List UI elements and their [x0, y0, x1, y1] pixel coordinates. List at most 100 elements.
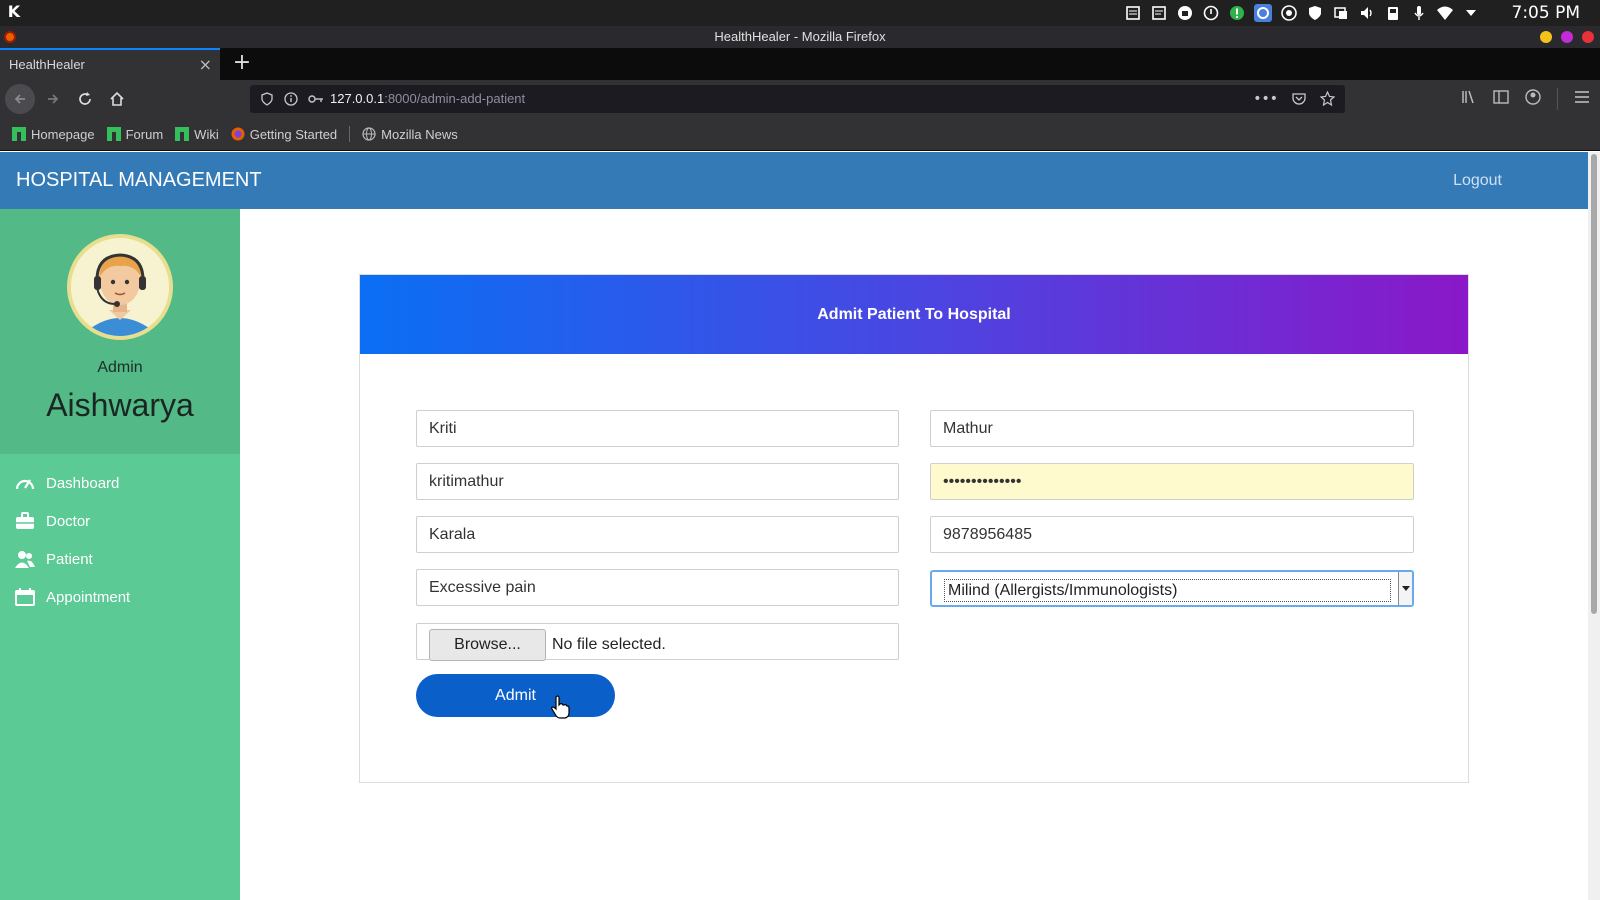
username-input[interactable]	[416, 463, 899, 500]
account-icon[interactable]	[1525, 89, 1541, 109]
maximize-icon[interactable]	[1561, 31, 1573, 43]
wifi-icon[interactable]	[1436, 4, 1454, 22]
url-bar[interactable]: 127.0.0.1:8000/admin-add-patient •••	[250, 85, 1345, 113]
kde-launcher-icon[interactable]: K	[5, 3, 23, 21]
profile-name: Aishwarya	[46, 387, 194, 423]
back-button[interactable]	[5, 84, 35, 114]
tab-title: HealthHealer	[9, 57, 85, 72]
bookmark-label: Mozilla News	[381, 126, 458, 142]
admit-patient-card: Admit Patient To Hospital Milind (Allerg…	[359, 274, 1469, 783]
forward-button[interactable]	[38, 84, 68, 114]
tab-strip: HealthHealer × +	[0, 48, 1600, 80]
bookmark-label: Wiki	[194, 126, 219, 142]
tab-close-icon[interactable]: ×	[199, 50, 212, 80]
profile-pic-file-input: Browse... No file selected.	[416, 623, 899, 661]
bookmark-wiki[interactable]: Wiki	[175, 127, 219, 142]
bookmark-getting-started[interactable]: Getting Started	[231, 127, 337, 142]
shield-tray-icon[interactable]	[1306, 4, 1324, 22]
bookmark-separator	[349, 126, 351, 142]
display-icon[interactable]	[1332, 4, 1350, 22]
url-security-icons	[260, 85, 324, 117]
new-tab-button[interactable]: +	[232, 50, 252, 76]
sidebar-item-patient[interactable]: Patient	[0, 540, 240, 578]
url-path: :8000/admin-add-patient	[384, 91, 526, 106]
app-brand[interactable]: HOSPITAL MANAGEMENT	[16, 152, 262, 209]
minimize-icon[interactable]	[1540, 31, 1552, 43]
symptoms-input[interactable]	[416, 569, 899, 606]
mobile-input[interactable]	[930, 516, 1414, 553]
sidebar: Admin Aishwarya Dashboard Doctor Patient…	[0, 209, 240, 900]
sidebar-item-doctor[interactable]: Doctor	[0, 502, 240, 540]
sidebar-item-label: Patient	[46, 550, 93, 568]
doctor-select[interactable]: Milind (Allergists/Immunologists)	[930, 570, 1414, 607]
page-actions-icon[interactable]: •••	[1253, 85, 1278, 116]
page-scrollbar[interactable]	[1588, 152, 1600, 900]
first-name-input[interactable]	[416, 410, 899, 447]
system-clock[interactable]: 7:05 PM	[1512, 3, 1581, 23]
tracking-shield-icon[interactable]	[260, 85, 274, 117]
bookmark-label: Getting Started	[249, 126, 338, 142]
password-input[interactable]	[930, 463, 1414, 500]
home-button[interactable]	[102, 84, 132, 114]
users-icon	[15, 549, 35, 569]
pocket-icon[interactable]	[1292, 85, 1306, 116]
key-icon[interactable]	[308, 85, 324, 117]
info-icon[interactable]	[284, 85, 298, 117]
file-status: No file selected.	[552, 636, 666, 653]
address-input[interactable]	[416, 516, 899, 553]
sidebar-item-appointment[interactable]: Appointment	[0, 578, 240, 616]
manjaro-icon	[12, 127, 26, 141]
bookmark-forum[interactable]: Forum	[106, 126, 164, 142]
bookmark-label: Homepage	[31, 126, 95, 142]
bookmark-homepage[interactable]: Homepage	[12, 127, 95, 142]
hand-cursor-icon	[551, 695, 570, 719]
battery-icon[interactable]	[1384, 4, 1402, 22]
firefox-window-icon[interactable]	[4, 31, 16, 43]
toolbar-actions	[1461, 80, 1590, 118]
window-titlebar: HealthHealer - Mozilla Firefox	[0, 26, 1600, 48]
toolbar-divider	[1557, 88, 1558, 110]
alert-icon[interactable]	[1228, 4, 1246, 22]
firefox-icon	[231, 127, 245, 141]
clipboard-icon[interactable]	[1150, 4, 1168, 22]
sidebar-item-label: Dashboard	[46, 474, 120, 492]
volume-icon[interactable]	[1358, 4, 1376, 22]
browse-button[interactable]: Browse...	[429, 629, 546, 661]
sidebar-toggle-icon[interactable]	[1493, 89, 1509, 109]
bookmark-star-icon[interactable]	[1319, 85, 1336, 116]
bookmarks-toolbar: Homepage Forum Wiki Getting Started Mozi…	[0, 118, 1600, 151]
admit-button[interactable]: Admit	[416, 674, 615, 717]
menu-hamburger-icon[interactable]	[1574, 89, 1590, 109]
browser-tab[interactable]: HealthHealer ×	[0, 48, 220, 80]
app-header: HOSPITAL MANAGEMENT Logout	[0, 152, 1588, 209]
calendar-icon	[15, 587, 35, 607]
library-icon[interactable]	[1461, 89, 1477, 109]
microphone-icon[interactable]	[1410, 4, 1428, 22]
url-text[interactable]: 127.0.0.1:8000/admin-add-patient	[330, 85, 525, 113]
power-icon[interactable]	[1202, 4, 1220, 22]
last-name-input[interactable]	[930, 410, 1414, 447]
sidebar-menu: Dashboard Doctor Patient Appointment	[0, 464, 240, 616]
chevron-down-icon[interactable]	[1398, 572, 1412, 605]
admin-avatar	[67, 234, 173, 340]
reload-button[interactable]	[70, 84, 100, 114]
scrollbar-thumb[interactable]	[1591, 154, 1597, 614]
whatsapp-icon[interactable]	[1280, 4, 1298, 22]
close-window-icon[interactable]	[1582, 31, 1594, 43]
chrome-icon[interactable]	[1254, 4, 1272, 22]
bookmark-mozilla-news[interactable]: Mozilla News	[362, 127, 458, 142]
doctor-select-value: Milind (Allergists/Immunologists)	[944, 579, 1391, 602]
manjaro-icon	[106, 127, 121, 141]
globe-icon	[362, 127, 376, 141]
tray-expand-icon[interactable]	[1462, 4, 1480, 22]
logout-link[interactable]: Logout	[1453, 152, 1502, 209]
manjaro-icon	[175, 127, 190, 141]
notes-icon[interactable]	[1124, 4, 1142, 22]
window-controls	[1540, 31, 1594, 43]
system-tray	[1124, 4, 1480, 22]
page-content: HOSPITAL MANAGEMENT Logout Admin Aishwar…	[0, 152, 1600, 900]
vault-icon[interactable]	[1176, 4, 1194, 22]
bookmark-label: Forum	[125, 126, 164, 142]
window-title: HealthHealer - Mozilla Firefox	[714, 29, 886, 44]
sidebar-item-dashboard[interactable]: Dashboard	[0, 464, 240, 502]
